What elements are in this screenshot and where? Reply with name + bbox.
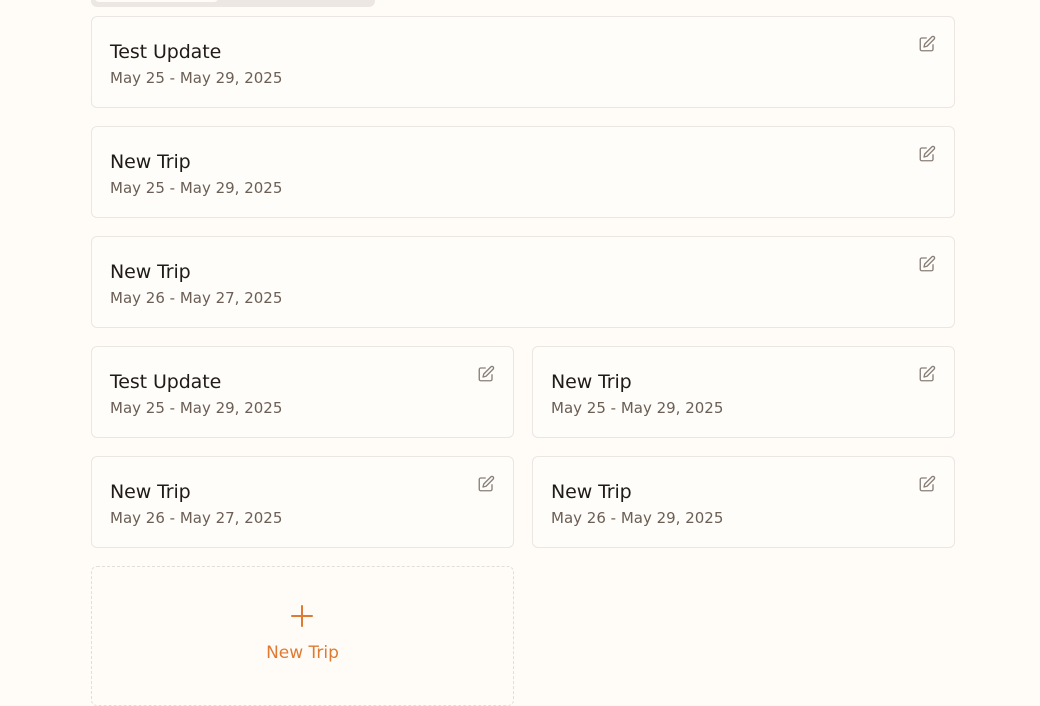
trip-dates: May 26 - May 29, 2025: [551, 509, 724, 527]
view-toggle: [91, 0, 375, 7]
edit-icon[interactable]: [918, 365, 936, 383]
trip-dates: May 26 - May 27, 2025: [110, 509, 283, 527]
trip-card[interactable]: New Trip May 26 - May 27, 2025: [91, 236, 955, 328]
edit-icon[interactable]: [918, 475, 936, 493]
trip-title: Test Update: [110, 41, 222, 63]
trip-title: Test Update: [110, 371, 222, 393]
trip-dates: May 25 - May 29, 2025: [110, 399, 283, 417]
trip-card[interactable]: New Trip May 26 - May 27, 2025: [91, 456, 514, 548]
new-trip-label: New Trip: [266, 643, 339, 663]
trip-card[interactable]: New Trip May 25 - May 29, 2025: [532, 346, 955, 438]
view-toggle-active[interactable]: [95, 0, 218, 2]
edit-icon[interactable]: [477, 475, 495, 493]
edit-icon[interactable]: [918, 35, 936, 53]
plus-icon: [291, 605, 313, 627]
trip-card[interactable]: New Trip May 26 - May 29, 2025: [532, 456, 955, 548]
trip-card[interactable]: New Trip May 25 - May 29, 2025: [91, 126, 955, 218]
edit-icon[interactable]: [918, 255, 936, 273]
trip-card[interactable]: Test Update May 25 - May 29, 2025: [91, 346, 514, 438]
trip-title: New Trip: [551, 371, 632, 393]
edit-icon[interactable]: [477, 365, 495, 383]
trip-title: New Trip: [110, 261, 191, 283]
trip-title: New Trip: [110, 151, 191, 173]
trip-dates: May 25 - May 29, 2025: [110, 69, 283, 87]
trip-title: New Trip: [551, 481, 632, 503]
trip-dates: May 25 - May 29, 2025: [551, 399, 724, 417]
edit-icon[interactable]: [918, 145, 936, 163]
new-trip-button[interactable]: New Trip: [91, 566, 514, 706]
trip-dates: May 25 - May 29, 2025: [110, 179, 283, 197]
trip-title: New Trip: [110, 481, 191, 503]
trip-card[interactable]: Test Update May 25 - May 29, 2025: [91, 16, 955, 108]
trip-dates: May 26 - May 27, 2025: [110, 289, 283, 307]
